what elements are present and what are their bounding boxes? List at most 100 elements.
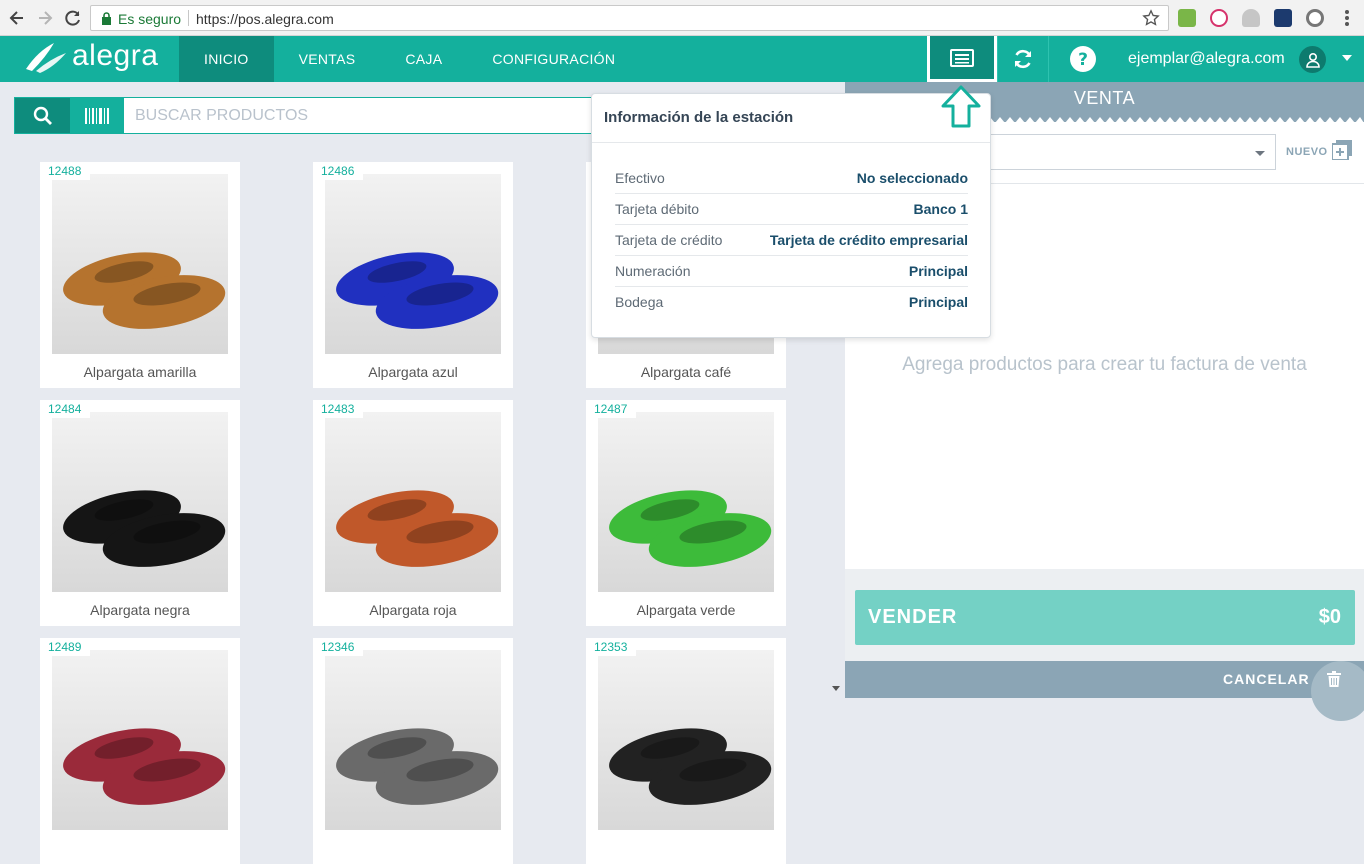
extension-icon[interactable]: [1178, 9, 1196, 27]
station-info-label: Tarjeta de crédito: [615, 232, 723, 248]
client-select-caret-icon: [1255, 151, 1265, 156]
station-info-value: Banco 1: [913, 201, 968, 217]
product-name: Alpargata negra: [90, 602, 190, 618]
product-name: Alpargata café: [640, 364, 732, 380]
product-name: Alpargata verde: [636, 602, 736, 618]
product-card[interactable]: 12489: [40, 638, 240, 864]
trash-button[interactable]: [1311, 661, 1364, 721]
product-image: [598, 412, 774, 592]
secure-label: Es seguro: [118, 11, 182, 27]
station-info-label: Tarjeta débito: [615, 201, 700, 217]
product-card[interactable]: 12483 Alpargata roja: [313, 400, 513, 626]
station-info-button[interactable]: [927, 36, 997, 82]
extension-news-icon[interactable]: [1274, 9, 1292, 27]
product-code: 12484: [40, 400, 90, 418]
logo-icon: [26, 43, 66, 73]
address-bar[interactable]: Es seguro https://pos.alegra.com: [90, 5, 1169, 31]
nav-ventas[interactable]: VENTAS: [274, 36, 381, 82]
product-image: [598, 650, 774, 830]
url-text[interactable]: https://pos.alegra.com: [196, 11, 334, 27]
sell-button[interactable]: VENDER $0: [855, 590, 1355, 645]
product-card[interactable]: 12353: [586, 638, 786, 864]
station-info-value: Principal: [908, 294, 968, 310]
product-card[interactable]: 12487 Alpargata verde: [586, 400, 786, 626]
station-info-row: Bodega Principal: [615, 287, 968, 318]
add-client-icon[interactable]: [1332, 140, 1352, 160]
trash-icon: [1327, 671, 1341, 687]
svg-text:?: ?: [1078, 50, 1088, 70]
help-button[interactable]: ?: [1048, 36, 1117, 82]
nav-inicio[interactable]: INICIO: [179, 36, 274, 82]
logo-text: alegra: [72, 39, 159, 72]
station-info-value: Principal: [908, 263, 968, 279]
reload-icon[interactable]: [63, 8, 83, 28]
sale-total: $0: [1318, 606, 1341, 628]
browser-toolbar: Es seguro https://pos.alegra.com: [0, 0, 1364, 36]
sync-icon: [1014, 49, 1032, 69]
station-info-value: Tarjeta de crédito empresarial: [769, 232, 968, 248]
product-image: [325, 650, 501, 830]
new-client-label[interactable]: NUEVO: [1286, 146, 1328, 158]
station-info-title: Información de la estación: [604, 109, 794, 126]
product-code: 12486: [313, 162, 363, 180]
shoe-illustration: [336, 490, 499, 567]
station-info-label: Bodega: [615, 294, 664, 310]
station-list-icon: [950, 48, 974, 67]
station-info-label: Numeración: [615, 263, 691, 279]
alegra-logo[interactable]: alegra: [24, 39, 159, 75]
product-code: 12487: [586, 400, 636, 418]
shoe-illustration: [63, 490, 226, 567]
product-name: Alpargata roja: [369, 602, 457, 618]
extension-h-icon[interactable]: [1210, 9, 1228, 27]
shoe-illustration: [609, 728, 772, 805]
product-image: [325, 412, 501, 592]
sale-title: VENTA: [1073, 88, 1136, 108]
shoe-illustration: [63, 252, 226, 329]
app-header: alegra INICIO VENTAS CAJA CONFIGURACIÓN …: [0, 36, 1364, 82]
user-avatar[interactable]: [1299, 46, 1326, 73]
product-code: 12346: [313, 638, 363, 656]
barcode-icon: [85, 107, 109, 124]
product-name: Alpargata amarilla: [83, 364, 197, 380]
product-card[interactable]: 12484 Alpargata negra: [40, 400, 240, 626]
cancel-button[interactable]: CANCELAR: [1223, 671, 1310, 687]
browser-menu-icon[interactable]: [1340, 8, 1354, 28]
station-info-row: Efectivo No seleccionado: [615, 163, 968, 194]
bookmark-star-icon[interactable]: [1142, 9, 1160, 27]
shoe-illustration: [336, 728, 499, 805]
product-name: Alpargata azul: [368, 364, 458, 380]
extension-cloud-icon[interactable]: [1242, 9, 1260, 27]
url-divider: [188, 10, 189, 26]
nav-caja[interactable]: CAJA: [380, 36, 467, 82]
search-button[interactable]: [15, 98, 70, 133]
user-email[interactable]: ejemplar@alegra.com: [1128, 50, 1285, 68]
user-menu-caret-icon[interactable]: [1342, 55, 1352, 61]
shoe-illustration: [63, 728, 226, 805]
station-info-row: Tarjeta débito Banco 1: [615, 194, 968, 225]
lock-icon: [102, 12, 111, 25]
extension-refresh-icon[interactable]: [1306, 9, 1324, 27]
product-image: [325, 174, 501, 354]
search-input[interactable]: [125, 98, 595, 133]
shoe-illustration: [336, 252, 499, 329]
back-icon[interactable]: [7, 8, 27, 28]
product-card[interactable]: 12488 Alpargata amarilla: [40, 162, 240, 388]
product-image: [52, 174, 228, 354]
product-image: [52, 650, 228, 830]
station-info-label: Efectivo: [615, 170, 665, 186]
sell-label: VENDER: [868, 606, 958, 628]
product-code: 12483: [313, 400, 363, 418]
barcode-button[interactable]: [70, 98, 124, 133]
station-info-row: Tarjeta de crédito Tarjeta de crédito emp…: [615, 225, 968, 256]
product-card[interactable]: 12346: [313, 638, 513, 864]
forward-icon[interactable]: [35, 8, 55, 28]
product-card[interactable]: 12486 Alpargata azul: [313, 162, 513, 388]
product-image: [52, 412, 228, 592]
shoe-illustration: [609, 490, 772, 567]
help-icon: ?: [1070, 46, 1096, 72]
main-nav: INICIO VENTAS CAJA CONFIGURACIÓN: [179, 36, 640, 82]
nav-configuracion[interactable]: CONFIGURACIÓN: [467, 36, 640, 82]
sync-button[interactable]: [997, 36, 1048, 82]
empty-cart-message: Agrega productos para crear tu factura d…: [902, 354, 1307, 375]
scroll-down-arrow-icon[interactable]: [832, 686, 840, 691]
